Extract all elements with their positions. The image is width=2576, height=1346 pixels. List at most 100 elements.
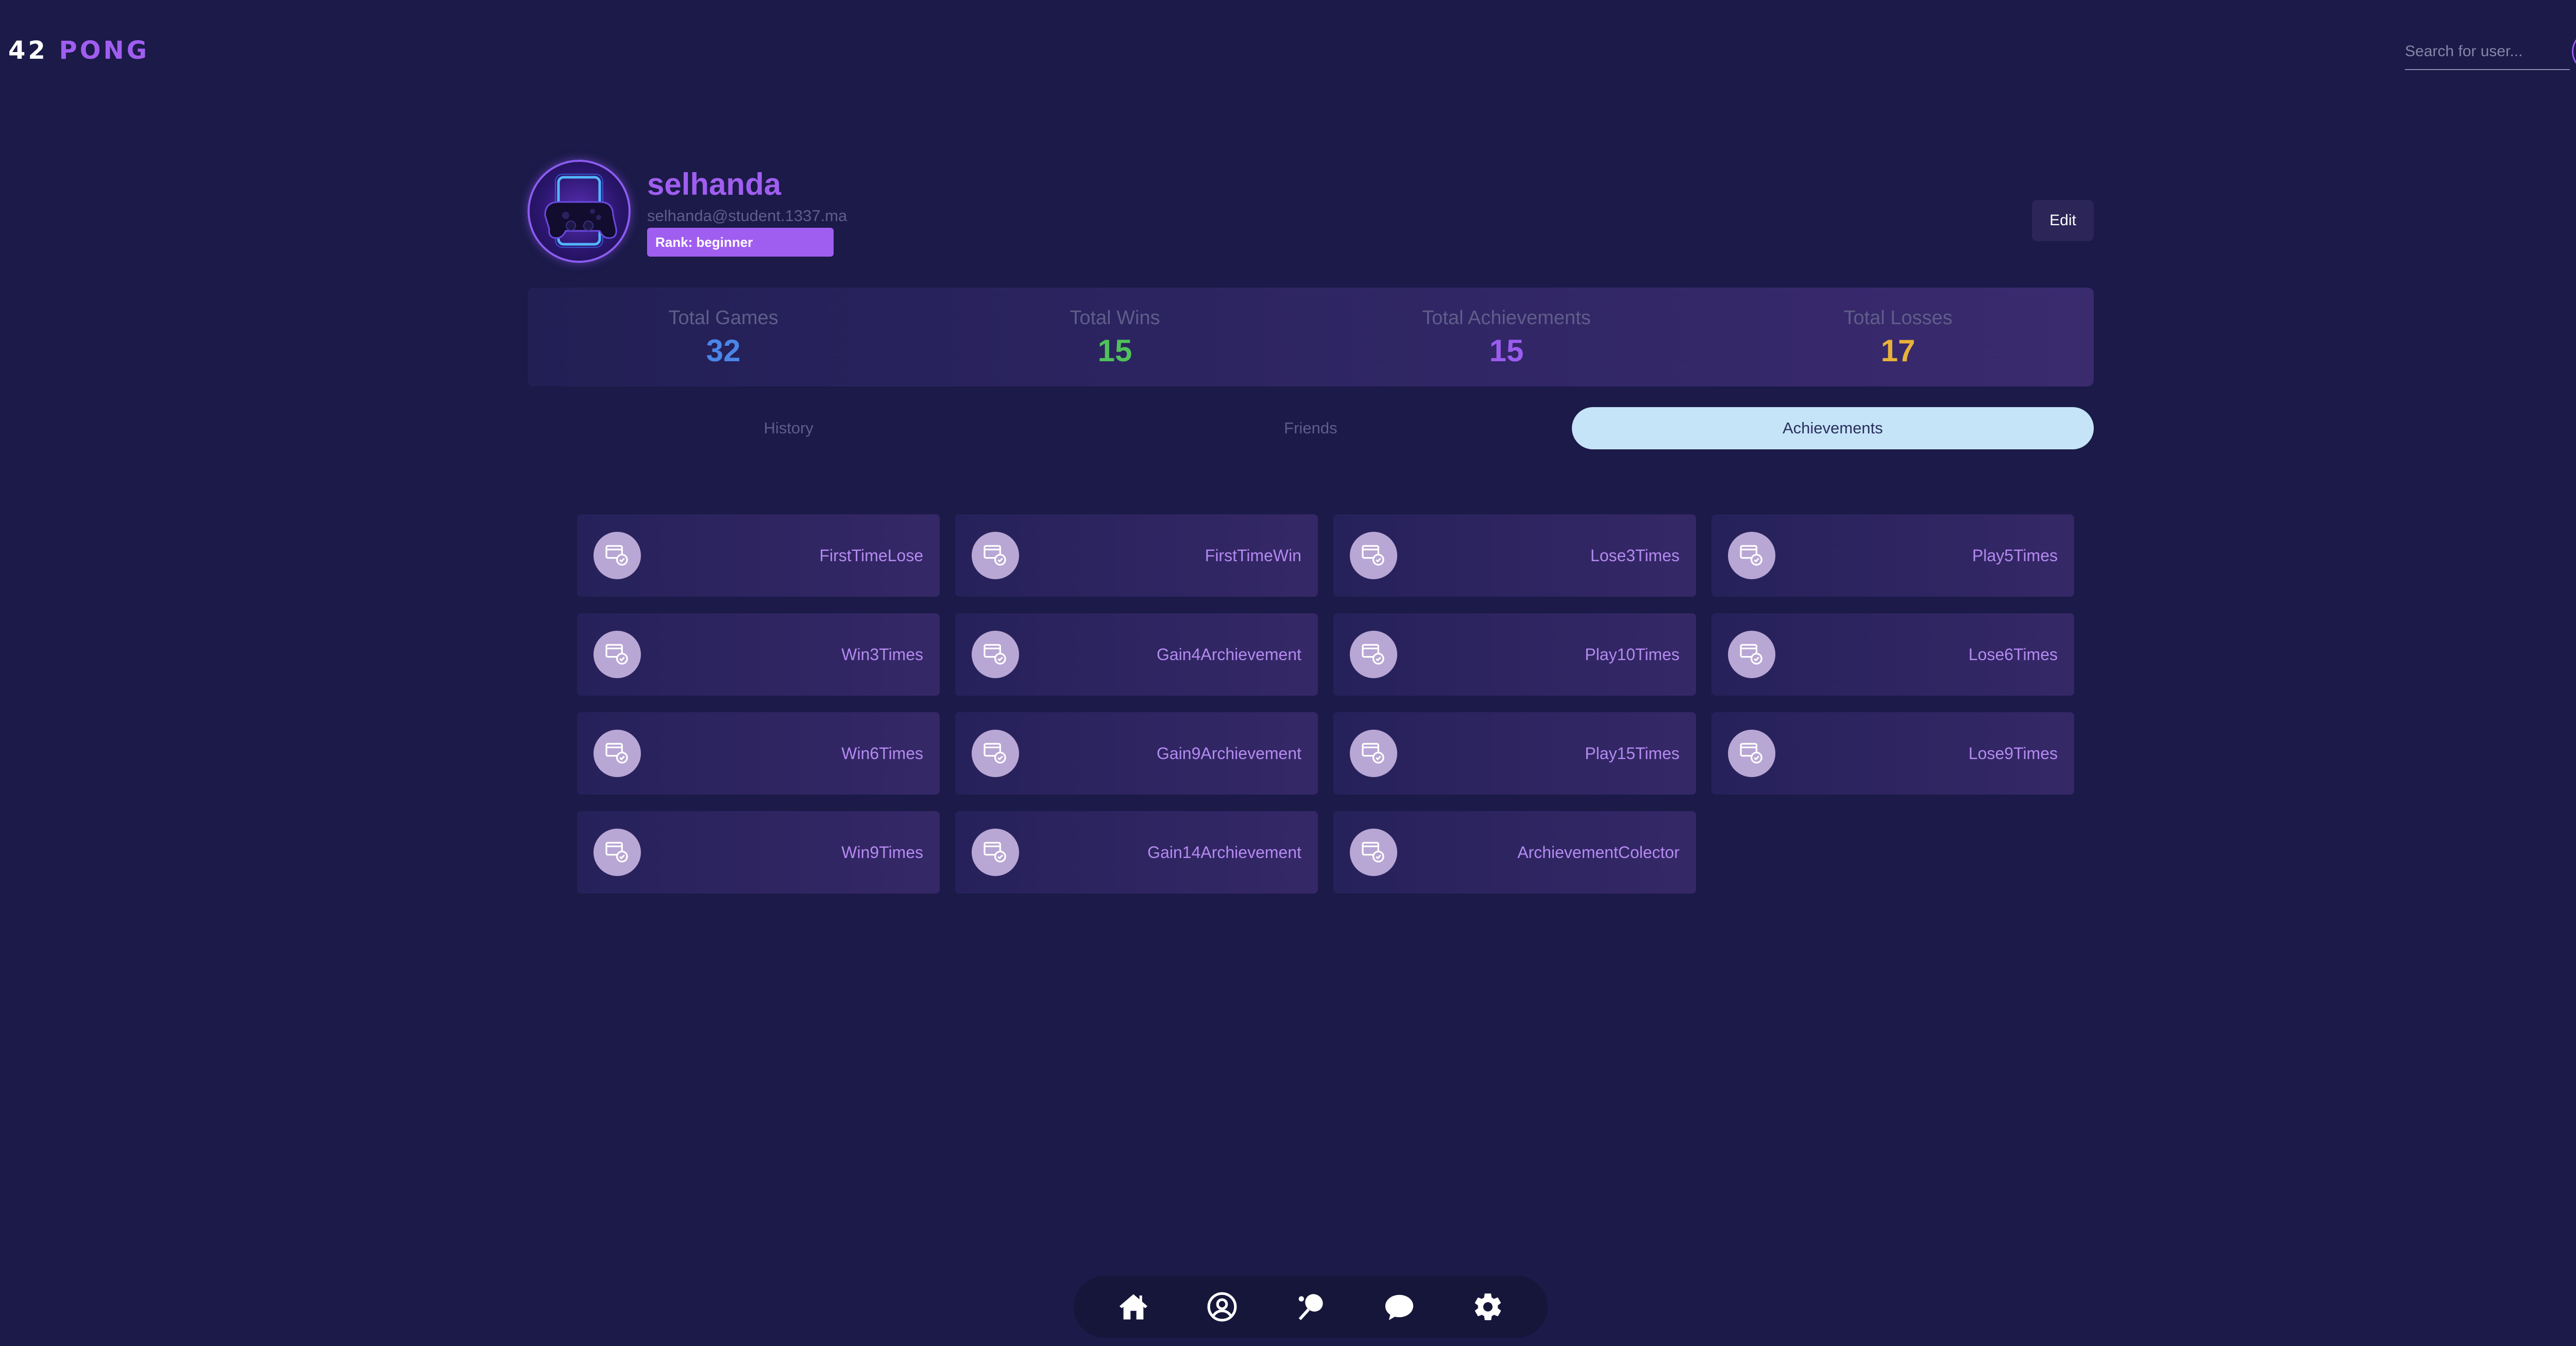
search-input[interactable] xyxy=(2405,36,2570,67)
achievement-badge-icon xyxy=(984,743,1006,764)
achievement-card: Lose6Times xyxy=(1711,613,2074,696)
profile-avatar xyxy=(528,160,631,263)
search-bar xyxy=(2405,36,2570,70)
achievement-card: Play10Times xyxy=(1333,613,1696,696)
achievement-badge-icon xyxy=(1740,545,1762,566)
achievement-badge-icon xyxy=(1362,842,1384,863)
app-logo[interactable]: 42 PONG xyxy=(8,35,149,66)
achievement-badge-icon xyxy=(605,644,628,665)
achievement-label: FirstTimeLose xyxy=(819,546,923,565)
achievement-card: Win9Times xyxy=(577,811,940,894)
stat-value: 32 xyxy=(706,333,741,368)
achievement-label: Play15Times xyxy=(1585,744,1680,763)
achievement-icon xyxy=(1728,532,1775,579)
logo-word: PONG xyxy=(59,36,150,65)
achievement-badge-icon xyxy=(984,842,1006,863)
achievement-label: FirstTimeWin xyxy=(1205,546,1301,565)
settings-icon xyxy=(1475,1293,1501,1320)
achievement-card: Gain4Archievement xyxy=(955,613,1318,696)
achievement-label: Lose3Times xyxy=(1590,546,1680,565)
profile-page: 42 PONG selhanda selhanda@student.1337.m… xyxy=(0,0,2576,1346)
achievement-label: Win3Times xyxy=(841,645,923,664)
achievement-card: Gain9Archievement xyxy=(955,712,1318,795)
achievement-label: Play5Times xyxy=(1972,546,2058,565)
achievement-icon xyxy=(1350,829,1397,876)
stat-label: Total Wins xyxy=(1070,307,1160,329)
achievement-label: Win6Times xyxy=(841,744,923,763)
achievement-icon xyxy=(1350,631,1397,678)
achievement-icon xyxy=(972,532,1019,579)
achievement-label: Lose6Times xyxy=(1968,645,2058,664)
nav-chat-button[interactable] xyxy=(1379,1286,1420,1327)
achievement-card: FirstTimeWin xyxy=(955,514,1318,597)
nav-home-button[interactable] xyxy=(1113,1286,1154,1327)
profile-username: selhanda xyxy=(647,167,782,201)
stat-total-achievements: Total Achievements 15 xyxy=(1311,288,1702,386)
achievement-icon xyxy=(594,730,641,777)
nav-game-button[interactable] xyxy=(1290,1286,1331,1327)
achievement-label: Gain14Archievement xyxy=(1147,843,1301,862)
logo-number: 42 xyxy=(8,36,48,65)
stat-total-games: Total Games 32 xyxy=(528,288,919,386)
gamepad-avatar-icon xyxy=(544,174,617,248)
stats-panel: Total Games 32 Total Wins 15 Total Achie… xyxy=(528,288,2094,386)
achievement-card: Win6Times xyxy=(577,712,940,795)
nav-profile-button[interactable] xyxy=(1201,1286,1243,1327)
achievement-label: Gain4Archievement xyxy=(1156,645,1301,664)
rank-badge: Rank: beginner xyxy=(647,228,834,257)
achievement-icon xyxy=(594,829,641,876)
chat-icon xyxy=(1385,1294,1414,1320)
stat-value: 15 xyxy=(1097,333,1132,368)
gamepad-avatar-icon xyxy=(2573,32,2576,71)
user-avatar-button[interactable] xyxy=(2572,31,2576,72)
home-icon xyxy=(1119,1294,1148,1320)
achievement-badge-icon xyxy=(1362,743,1384,764)
achievement-icon xyxy=(594,532,641,579)
stat-label: Total Games xyxy=(668,307,778,329)
achievement-card: ArchievementColector xyxy=(1333,811,1696,894)
achievement-badge-icon xyxy=(1362,644,1384,665)
achievement-badge-icon xyxy=(1740,743,1762,764)
achievement-badge-icon xyxy=(605,545,628,566)
achievement-badge-icon xyxy=(1362,545,1384,566)
achievement-icon xyxy=(1350,532,1397,579)
stat-value: 17 xyxy=(1880,333,1916,368)
edit-profile-button[interactable]: Edit xyxy=(2032,200,2094,241)
achievement-label: Lose9Times xyxy=(1968,744,2058,763)
stat-total-losses: Total Losses 17 xyxy=(1702,288,2094,386)
tab-friends[interactable]: Friends xyxy=(1049,407,1571,449)
profile-icon xyxy=(1207,1292,1237,1322)
achievement-label: ArchievementColector xyxy=(1517,843,1680,862)
achievement-badge-icon xyxy=(984,644,1006,665)
stat-label: Total Achievements xyxy=(1422,307,1591,329)
achievement-icon xyxy=(1350,730,1397,777)
tab-history[interactable]: History xyxy=(528,407,1049,449)
achievement-icon xyxy=(1728,631,1775,678)
bottom-navigation xyxy=(1074,1276,1548,1338)
achievement-card: Lose9Times xyxy=(1711,712,2074,795)
profile-tabs: History Friends Achievements xyxy=(528,407,2094,449)
achievement-label: Play10Times xyxy=(1585,645,1680,664)
achievement-badge-icon xyxy=(1740,644,1762,665)
achievement-card: Lose3Times xyxy=(1333,514,1696,597)
stat-value: 15 xyxy=(1489,333,1524,368)
achievement-card: Win3Times xyxy=(577,613,940,696)
stat-total-wins: Total Wins 15 xyxy=(919,288,1311,386)
achievement-badge-icon xyxy=(605,842,628,863)
achievement-card: FirstTimeLose xyxy=(577,514,940,597)
stat-label: Total Losses xyxy=(1843,307,1953,329)
tab-achievements[interactable]: Achievements xyxy=(1571,407,2094,449)
achievement-icon xyxy=(594,631,641,678)
achievement-card: Gain14Archievement xyxy=(955,811,1318,894)
achievement-card: Play15Times xyxy=(1333,712,1696,795)
achievements-grid: FirstTimeLose FirstTimeWin Lose3Times Play5… xyxy=(577,514,2076,894)
ping-pong-icon xyxy=(1298,1294,1323,1320)
achievement-icon xyxy=(972,631,1019,678)
achievement-icon xyxy=(972,829,1019,876)
achievement-icon xyxy=(1728,730,1775,777)
achievement-card: Play5Times xyxy=(1711,514,2074,597)
nav-settings-button[interactable] xyxy=(1467,1286,1509,1327)
profile-email: selhanda@student.1337.ma xyxy=(647,207,848,225)
achievement-icon xyxy=(972,730,1019,777)
achievement-label: Gain9Archievement xyxy=(1156,744,1301,763)
